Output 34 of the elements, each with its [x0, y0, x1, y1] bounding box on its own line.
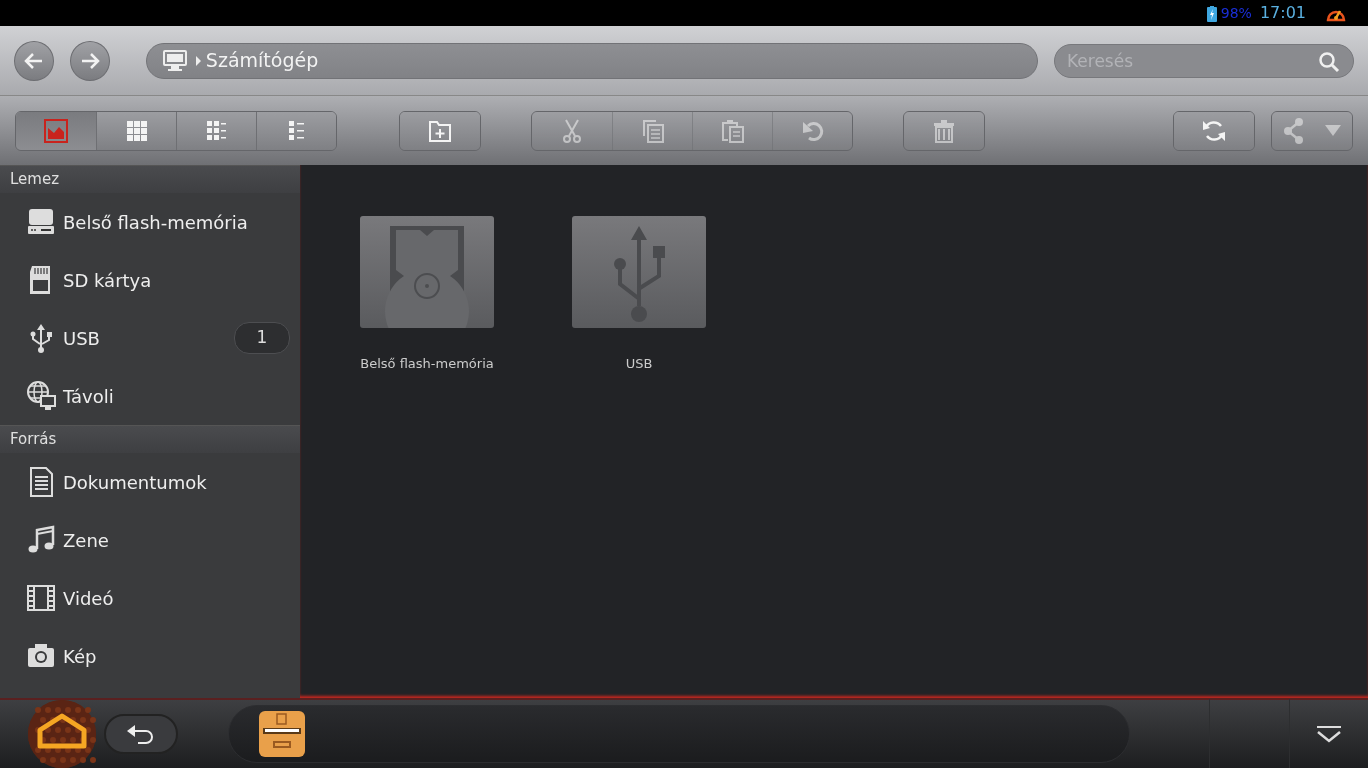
return-arrow-icon	[126, 724, 156, 744]
app-icon[interactable]	[259, 711, 305, 757]
trash-icon	[931, 117, 957, 144]
usb-tile-icon	[572, 216, 706, 328]
tile-label: Belső flash-memória	[360, 355, 494, 373]
clock: 17:01	[1259, 2, 1306, 24]
forward-button[interactable]	[69, 40, 110, 81]
section-header: Lemez	[0, 165, 300, 193]
view-mode-tab[interactable]	[176, 111, 256, 150]
film-strip-icon	[26, 582, 56, 614]
dropdown-arrow-icon	[1325, 124, 1341, 137]
computer-icon	[162, 49, 187, 72]
section-header: Forrás	[0, 425, 300, 453]
search-icon	[1318, 50, 1340, 73]
storage-tile[interactable]: USB	[570, 216, 708, 374]
hard-drive-tile-icon	[360, 216, 494, 328]
picture-icon	[43, 117, 69, 144]
clipboard-icon	[719, 117, 746, 144]
globe-monitor-icon	[26, 380, 56, 412]
home-button[interactable]	[28, 700, 96, 768]
view-mode-tab[interactable]	[96, 111, 176, 150]
battery-percent: 98%	[1220, 3, 1252, 23]
tile-label: USB	[625, 355, 653, 373]
share-icon	[1283, 117, 1305, 144]
view-mode-tab[interactable]	[256, 111, 336, 150]
count-badge: 1	[234, 322, 290, 354]
refresh-button[interactable]	[1174, 111, 1254, 150]
storage-tile[interactable]: Belső flash-memória	[358, 216, 496, 374]
chevron-down-icon	[1316, 725, 1342, 743]
battery-charging-icon	[1206, 5, 1217, 22]
new-folder-button[interactable]	[400, 111, 480, 150]
triangle-right-icon	[194, 56, 202, 66]
file-cabinet-icon	[259, 711, 305, 757]
back-button[interactable]	[104, 714, 178, 754]
